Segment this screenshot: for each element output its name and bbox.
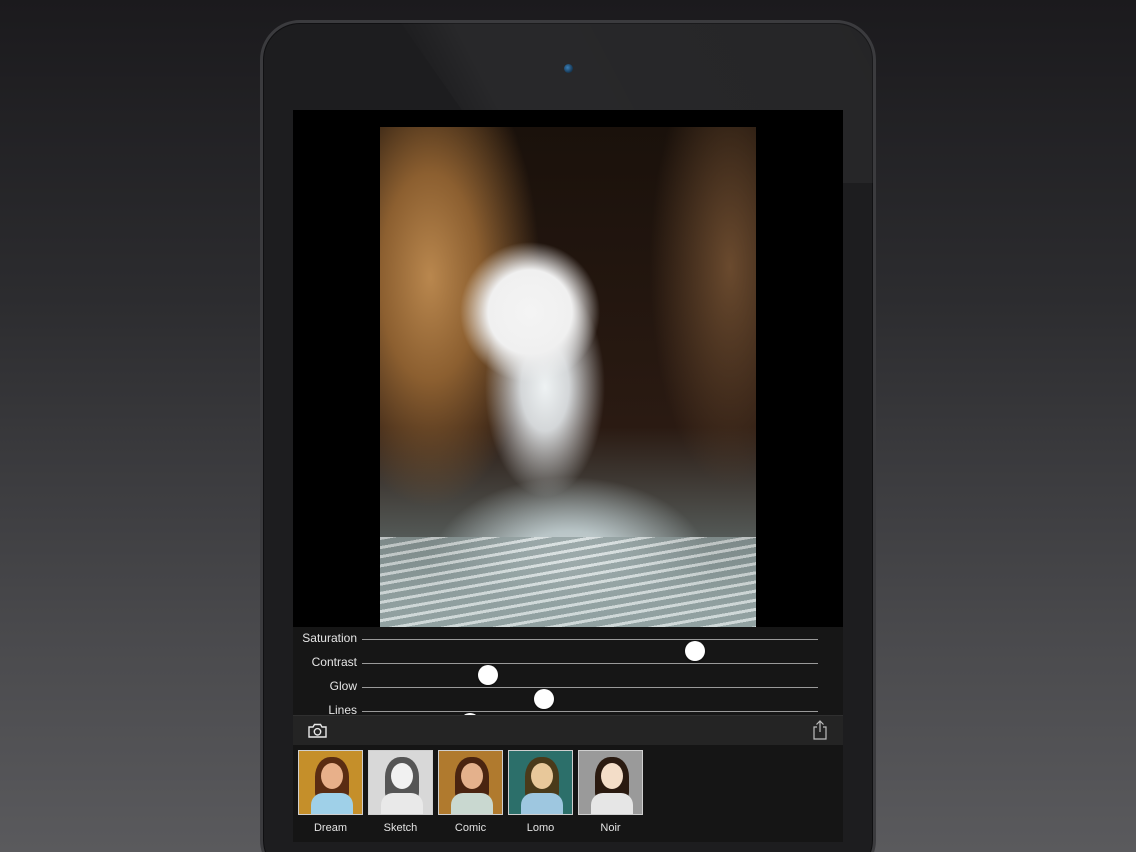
lines-label: Lines [328, 703, 357, 715]
lines-track[interactable] [362, 711, 818, 715]
filter-thumbnail[interactable] [298, 750, 363, 815]
filter-comic[interactable]: Comic [438, 750, 503, 834]
contrast-track[interactable] [362, 663, 818, 685]
filter-noir[interactable]: Noir [578, 750, 643, 834]
filter-sketch[interactable]: Sketch [368, 750, 433, 834]
filter-strip: Dream Sketch Comic Lomo Noir [293, 745, 843, 842]
filter-label: Comic [454, 822, 487, 834]
photo-surf [380, 537, 756, 627]
saturation-label: Saturation [302, 631, 357, 645]
front-camera [564, 64, 573, 73]
filter-thumbnail[interactable] [578, 750, 643, 815]
lines-slider-row: Lines [293, 699, 843, 715]
glow-slider-row: Glow [293, 675, 843, 709]
filter-label: Dream [313, 822, 347, 834]
adjustment-panel: Saturation Contrast Glow Lines [293, 627, 843, 715]
camera-icon[interactable] [308, 723, 327, 738]
saturation-track[interactable] [362, 639, 818, 661]
glow-track[interactable] [362, 687, 818, 709]
filter-label: Noir [600, 822, 621, 834]
filter-lomo[interactable]: Lomo [508, 750, 573, 834]
share-icon[interactable] [812, 720, 828, 740]
glow-label: Glow [329, 679, 357, 693]
saturation-slider-row: Saturation [293, 627, 843, 661]
edited-photo [380, 127, 756, 627]
filter-label: Sketch [383, 822, 418, 834]
filter-dream[interactable]: Dream [298, 750, 363, 834]
filter-thumbnail[interactable] [438, 750, 503, 815]
app-screen: Saturation Contrast Glow Lines Dream Ske… [293, 110, 843, 842]
contrast-label: Contrast [311, 655, 357, 669]
filter-label: Lomo [526, 822, 555, 834]
bottom-toolbar [293, 715, 843, 745]
filter-thumbnail[interactable] [368, 750, 433, 815]
contrast-slider-row: Contrast [293, 651, 843, 685]
filter-thumbnail[interactable] [508, 750, 573, 815]
